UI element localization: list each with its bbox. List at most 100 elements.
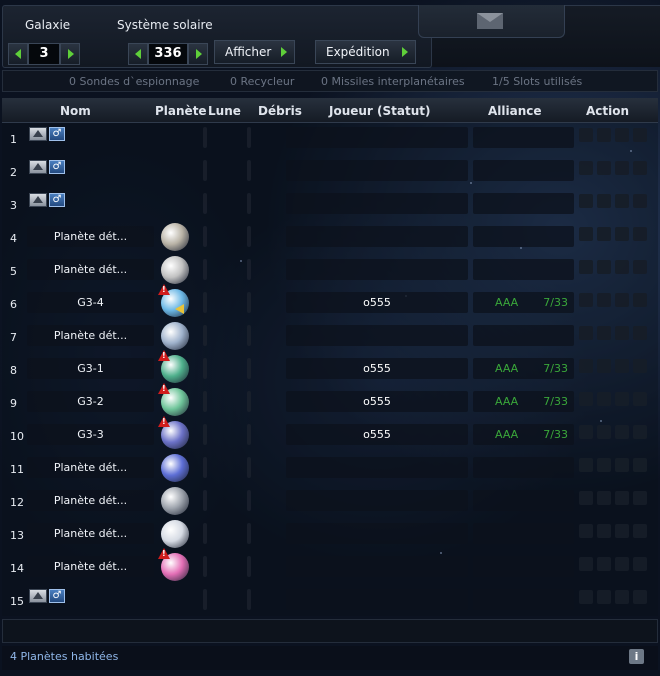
action-button[interactable] — [615, 491, 629, 505]
planet-icon[interactable] — [161, 520, 189, 548]
action-button[interactable] — [597, 326, 611, 340]
action-button[interactable] — [597, 557, 611, 571]
action-button[interactable] — [579, 128, 593, 142]
action-button[interactable] — [633, 293, 647, 307]
galaxy-prev-button[interactable] — [8, 43, 28, 65]
action-button[interactable] — [615, 524, 629, 538]
alliance-tag[interactable]: AAA — [495, 428, 518, 441]
spy-ship-icon[interactable] — [29, 127, 47, 141]
action-button[interactable] — [579, 194, 593, 208]
action-button[interactable] — [633, 194, 647, 208]
action-button[interactable] — [579, 227, 593, 241]
action-button[interactable] — [579, 557, 593, 571]
system-next-button[interactable] — [188, 43, 208, 65]
planet-name[interactable]: Planète dét... — [27, 226, 154, 247]
action-button[interactable] — [597, 161, 611, 175]
action-button[interactable] — [633, 359, 647, 373]
action-button[interactable] — [597, 392, 611, 406]
planet-icon[interactable] — [161, 322, 189, 350]
expedition-button[interactable]: Expédition — [315, 40, 416, 64]
action-button[interactable] — [597, 590, 611, 604]
action-button[interactable] — [633, 524, 647, 538]
action-button[interactable] — [633, 260, 647, 274]
action-button[interactable] — [615, 425, 629, 439]
colonize-icon[interactable]: ♂ — [49, 589, 65, 603]
action-button[interactable] — [579, 425, 593, 439]
colonize-icon[interactable]: ♂ — [49, 127, 65, 141]
action-button[interactable] — [615, 128, 629, 142]
planet-name[interactable]: G3-2 — [27, 391, 154, 412]
action-button[interactable] — [597, 293, 611, 307]
show-button[interactable]: Afficher — [214, 40, 295, 64]
action-button[interactable] — [597, 425, 611, 439]
galaxy-next-button[interactable] — [60, 43, 80, 65]
action-button[interactable] — [597, 128, 611, 142]
action-button[interactable] — [579, 590, 593, 604]
planet-icon[interactable] — [161, 223, 189, 251]
colonize-icon[interactable]: ♂ — [49, 193, 65, 207]
action-button[interactable] — [633, 491, 647, 505]
action-button[interactable] — [615, 326, 629, 340]
action-button[interactable] — [633, 227, 647, 241]
action-button[interactable] — [615, 161, 629, 175]
action-button[interactable] — [579, 458, 593, 472]
colonize-icon[interactable]: ♂ — [49, 160, 65, 174]
spy-ship-icon[interactable] — [29, 193, 47, 207]
action-button[interactable] — [597, 227, 611, 241]
action-button[interactable] — [597, 260, 611, 274]
action-button[interactable] — [615, 590, 629, 604]
player-name[interactable]: o555 — [286, 358, 468, 379]
player-name[interactable]: o555 — [286, 424, 468, 445]
action-button[interactable] — [597, 491, 611, 505]
action-button[interactable] — [633, 128, 647, 142]
action-button[interactable] — [615, 260, 629, 274]
action-button[interactable] — [597, 194, 611, 208]
alliance-tag[interactable]: AAA — [495, 296, 518, 309]
action-button[interactable] — [579, 491, 593, 505]
action-button[interactable] — [615, 392, 629, 406]
planet-name[interactable]: Planète dét... — [27, 523, 154, 544]
info-icon[interactable]: i — [629, 649, 644, 664]
action-button[interactable] — [615, 557, 629, 571]
action-button[interactable] — [597, 524, 611, 538]
action-button[interactable] — [615, 458, 629, 472]
spy-ship-icon[interactable] — [29, 160, 47, 174]
action-button[interactable] — [597, 458, 611, 472]
action-button[interactable] — [579, 524, 593, 538]
action-button[interactable] — [579, 326, 593, 340]
action-button[interactable] — [633, 458, 647, 472]
planet-icon[interactable] — [161, 454, 189, 482]
galaxy-input[interactable]: 3 — [28, 43, 60, 65]
player-name[interactable]: o555 — [286, 391, 468, 412]
planet-name[interactable]: G3-1 — [27, 358, 154, 379]
action-button[interactable] — [615, 227, 629, 241]
planet-icon[interactable] — [161, 256, 189, 284]
action-button[interactable] — [579, 392, 593, 406]
spy-ship-icon[interactable] — [29, 589, 47, 603]
action-button[interactable] — [633, 392, 647, 406]
planet-icon[interactable] — [161, 487, 189, 515]
messages-tab[interactable] — [418, 5, 565, 38]
alliance-tag[interactable]: AAA — [495, 362, 518, 375]
action-button[interactable] — [615, 293, 629, 307]
planet-name[interactable]: Planète dét... — [27, 556, 154, 577]
action-button[interactable] — [579, 161, 593, 175]
action-button[interactable] — [579, 293, 593, 307]
planet-name[interactable]: Planète dét... — [27, 457, 154, 478]
action-button[interactable] — [579, 359, 593, 373]
player-name[interactable]: o555 — [286, 292, 468, 313]
action-button[interactable] — [633, 590, 647, 604]
planet-name[interactable]: G3-3 — [27, 424, 154, 445]
action-button[interactable] — [597, 359, 611, 373]
system-prev-button[interactable] — [128, 43, 148, 65]
action-button[interactable] — [633, 557, 647, 571]
planet-name[interactable]: Planète dét... — [27, 259, 154, 280]
action-button[interactable] — [615, 194, 629, 208]
planet-name[interactable]: G3-4 — [27, 292, 154, 313]
action-button[interactable] — [579, 260, 593, 274]
action-button[interactable] — [633, 425, 647, 439]
system-input[interactable]: 336 — [148, 43, 188, 65]
alliance-tag[interactable]: AAA — [495, 395, 518, 408]
planet-name[interactable]: Planète dét... — [27, 490, 154, 511]
action-button[interactable] — [615, 359, 629, 373]
